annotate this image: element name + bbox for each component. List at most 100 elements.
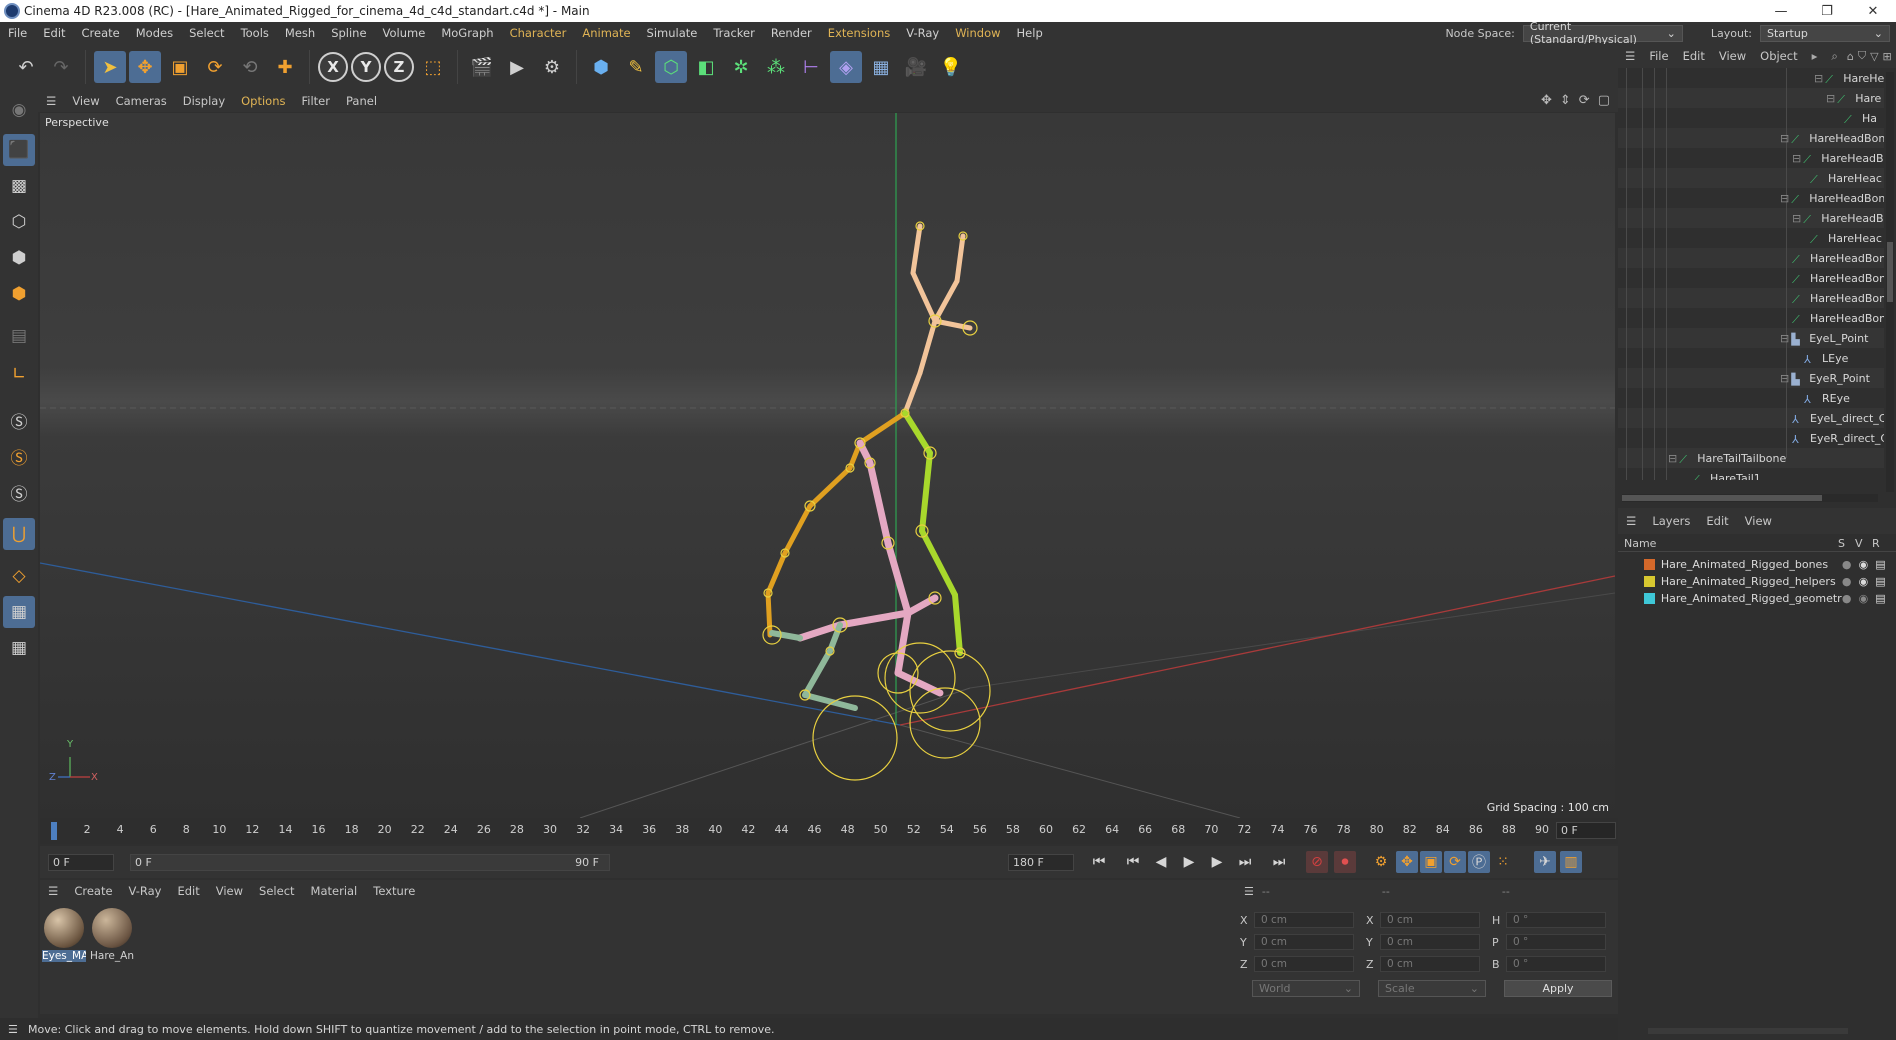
texture-mode-button[interactable]: ▩ [3, 170, 35, 202]
clapboard-icon[interactable]: ▤ [1875, 558, 1892, 571]
current-frame-field[interactable]: 0 F [1556, 822, 1616, 839]
size-z-field[interactable]: 0 cm [1380, 956, 1480, 972]
timeline-ruler[interactable]: 0246810121416182022242628303234363840424… [40, 818, 1618, 844]
undo-button[interactable]: ↶ [10, 51, 42, 83]
clapboard-icon[interactable]: ▤ [1875, 575, 1892, 588]
menu-select[interactable]: Select [181, 26, 232, 40]
object-row[interactable]: ⅄ EyeL_direct_Cl [1792, 408, 1884, 428]
new-window-icon[interactable]: ⊞ [1881, 50, 1894, 63]
object-row[interactable]: ⟋ HareHeadBon [1792, 288, 1884, 308]
object-row[interactable]: ⊟ ⟋ HareHeadBon [1780, 188, 1884, 208]
menu-create[interactable]: Create [74, 26, 128, 40]
redo-button[interactable]: ↷ [45, 51, 77, 83]
object-row[interactable]: ⅄ EyeR_direct_Cl [1792, 428, 1884, 448]
layout-dropdown[interactable]: Startup ⌄ [1760, 24, 1890, 42]
viewport-menu-filter[interactable]: Filter [294, 94, 338, 108]
pos-y-field[interactable]: 0 cm [1254, 934, 1354, 950]
key-rotation-button[interactable]: ⟳ [1444, 851, 1466, 873]
collapse-icon[interactable]: ⊟ [1780, 192, 1789, 205]
render-settings-button[interactable]: ⚙ [536, 51, 568, 83]
hamburger-icon[interactable]: ☰ [40, 884, 66, 898]
z-axis-lock-button[interactable]: Z [384, 52, 414, 82]
snap-settings-button[interactable]: Ⓢ [3, 440, 35, 472]
filter-icon[interactable]: ▽ [1868, 50, 1880, 63]
menu-character[interactable]: Character [502, 26, 575, 40]
viewport-menu-display[interactable]: Display [175, 94, 233, 108]
transform-tool-button[interactable]: ✚ [269, 51, 301, 83]
collapse-icon[interactable]: ⊟ [1668, 452, 1677, 465]
object-menu-view[interactable]: View [1712, 49, 1753, 63]
model-mode-button[interactable]: ⬛ [3, 134, 35, 166]
material-menu-edit[interactable]: Edit [169, 884, 207, 898]
camera-button[interactable]: 🎥 [900, 51, 932, 83]
scrollbar-thumb[interactable] [1887, 242, 1893, 302]
pan-icon[interactable]: ✥ [1541, 93, 1552, 108]
viewport-menu-view[interactable]: View [64, 94, 107, 108]
scale-tool-button[interactable]: ▣ [164, 51, 196, 83]
menu-edit[interactable]: Edit [35, 26, 73, 40]
maximize-view-icon[interactable]: ▢ [1598, 93, 1610, 108]
light-button[interactable]: 💡 [935, 51, 967, 83]
apply-button[interactable]: Apply [1504, 980, 1612, 997]
orbit-icon[interactable]: ⟳ [1579, 93, 1590, 108]
layer-row[interactable]: Hare_Animated_Rigged_geometru ● ◉ ▤ [1622, 590, 1892, 607]
move-tool-button[interactable]: ✥ [129, 51, 161, 83]
solo-dot-icon[interactable]: ● [1842, 592, 1859, 605]
key-position-button[interactable]: ✥ [1396, 851, 1418, 873]
coordinate-system-button[interactable]: ⬚ [417, 51, 449, 83]
quantize-button[interactable]: Ⓢ [3, 476, 35, 508]
hamburger-icon[interactable]: ☰ [38, 94, 64, 108]
layer-color-swatch[interactable] [1644, 576, 1655, 587]
viewport-menu-cameras[interactable]: Cameras [108, 94, 175, 108]
material-menu-create[interactable]: Create [66, 884, 120, 898]
collapse-icon[interactable]: ⊟ [1780, 372, 1789, 385]
points-mode-button[interactable]: ⬡ [3, 206, 35, 238]
menu-volume[interactable]: Volume [375, 26, 434, 40]
key-parameter-button[interactable]: Ⓟ [1468, 851, 1490, 873]
motion-system-button[interactable]: ✈ [1534, 851, 1556, 873]
node-space-dropdown[interactable]: Current (Standard/Physical) ⌄ [1522, 20, 1683, 46]
object-row[interactable]: ⟋ HareHeac [1810, 228, 1882, 248]
menu-file[interactable]: File [0, 26, 35, 40]
menu-window[interactable]: Window [947, 26, 1008, 40]
playhead-marker[interactable] [51, 822, 57, 840]
object-row[interactable]: ⟋ Ha [1844, 108, 1877, 128]
material-swatch[interactable]: Eyes_MA [42, 908, 86, 962]
next-frame-button[interactable]: ▶ [1206, 851, 1228, 873]
object-row[interactable]: ⊟ ⟋ HareHeadBon [1780, 128, 1884, 148]
rot-b-field[interactable]: 0 ° [1506, 956, 1606, 972]
snap-button[interactable]: Ⓢ [3, 404, 35, 436]
autokey-button[interactable]: ⏺ [1334, 851, 1356, 873]
extrude-button[interactable]: ◧ [690, 51, 722, 83]
axis-mode-button[interactable]: ∟ [3, 358, 35, 390]
size-y-field[interactable]: 0 cm [1380, 934, 1480, 950]
hamburger-icon[interactable]: ☰ [1618, 514, 1644, 528]
next-key-button[interactable]: ⏭ [1234, 851, 1256, 873]
material-menu-texture[interactable]: Texture [365, 884, 423, 898]
menu-tracker[interactable]: Tracker [705, 26, 763, 40]
menu-help[interactable]: Help [1009, 26, 1051, 40]
floor-button[interactable]: ▦ [865, 51, 897, 83]
uv-mode-button[interactable]: ▤ [3, 320, 35, 352]
menu-render[interactable]: Render [763, 26, 820, 40]
close-button[interactable]: ✕ [1850, 0, 1896, 22]
object-row[interactable]: ⟋ HareHeadBon [1792, 268, 1884, 288]
eye-icon[interactable]: ◉ [1859, 592, 1876, 605]
object-row[interactable]: ⊟ ⟋ HareTailTailbone [1668, 448, 1786, 468]
zoom-icon[interactable]: ⇕ [1560, 93, 1571, 108]
tweak-mode-button[interactable]: ⋃ [3, 518, 35, 550]
layer-color-swatch[interactable] [1644, 593, 1655, 604]
collapse-icon[interactable]: ⊟ [1780, 132, 1789, 145]
perspective-viewport[interactable]: Perspective Y X Z Grid Spacing : 100 cm [40, 113, 1615, 818]
menu-animate[interactable]: Animate [574, 26, 638, 40]
go-to-end-button[interactable]: ⏭ [1268, 851, 1290, 873]
rot-h-field[interactable]: 0 ° [1506, 912, 1606, 928]
layer-menu-edit[interactable]: Edit [1698, 514, 1736, 528]
key-scale-button[interactable]: ▣ [1420, 851, 1442, 873]
object-menu-file[interactable]: File [1642, 49, 1675, 63]
recent-tool-button[interactable]: ⟲ [234, 51, 266, 83]
collapse-icon[interactable]: ⊟ [1826, 92, 1835, 105]
home-icon[interactable]: ⌂ [1845, 50, 1856, 63]
object-vertical-scrollbar[interactable] [1886, 72, 1894, 492]
cloner-button[interactable]: ✲ [725, 51, 757, 83]
